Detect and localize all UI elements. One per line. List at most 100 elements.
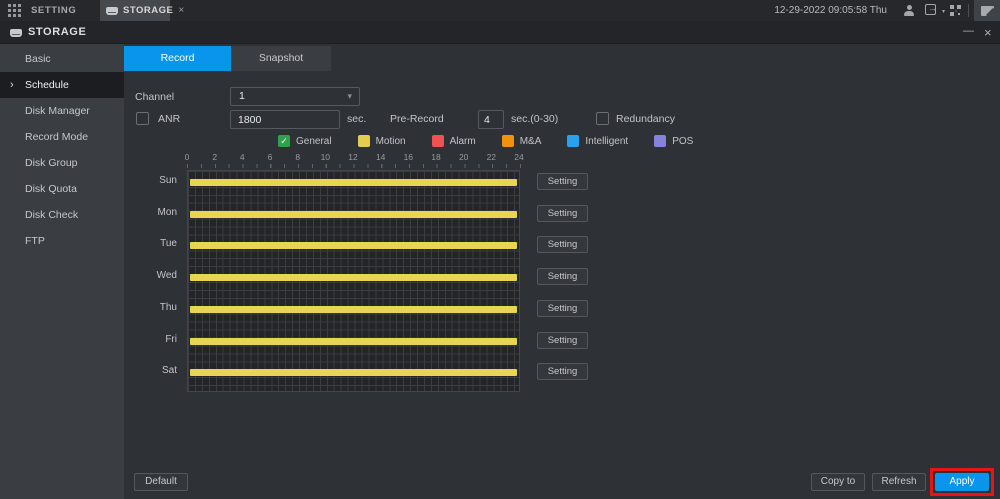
top-tab-bar: SETTING STORAGE × 12-29-2022 09:05:58 Th… [0, 0, 1000, 21]
tab-close-icon[interactable]: × [178, 6, 184, 16]
logout-door-icon: → [925, 4, 936, 15]
setting-button-fri[interactable]: Setting [537, 332, 588, 349]
general-checkbox[interactable]: ✓ [278, 135, 290, 147]
schedule-bar-fri[interactable] [190, 338, 517, 345]
tab-record[interactable]: Record [124, 46, 231, 71]
schedule-bar-tue[interactable] [190, 242, 517, 249]
sidebar-item-label: Disk Check [25, 209, 78, 221]
hour-ruler-ticks [187, 164, 521, 168]
day-label-mon: Mon [137, 207, 177, 218]
user-account-icon[interactable] [903, 5, 915, 17]
ma-checkbox[interactable] [502, 135, 514, 147]
topbar-separator [968, 4, 969, 17]
sidebar-item-label: Disk Group [25, 157, 78, 169]
hour-tick-label: 12 [341, 152, 365, 162]
legend-item-motion: Motion [358, 135, 406, 147]
anr-checkbox[interactable] [136, 112, 149, 125]
sidebar-item-basic[interactable]: Basic [0, 46, 124, 72]
hour-tick-label: 24 [507, 152, 531, 162]
live-view-button[interactable] [974, 0, 1000, 21]
schedule-bar-wed[interactable] [190, 274, 517, 281]
legend-label: POS [672, 136, 693, 147]
sidebar-item-disk-check[interactable]: Disk Check [0, 202, 124, 228]
legend-item-intelligent: Intelligent [567, 135, 628, 147]
sidebar-item-ftp[interactable]: FTP [0, 228, 124, 254]
tab-storage-label: STORAGE [123, 5, 173, 16]
refresh-button[interactable]: Refresh [872, 473, 926, 491]
apps-grid-icon[interactable] [8, 4, 11, 7]
redundancy-checkbox[interactable] [596, 112, 609, 125]
day-label-sun: Sun [137, 175, 177, 186]
legend-item-ma: M&A [502, 135, 542, 147]
legend-item-pos: POS [654, 135, 693, 147]
logout-arrow-icon: → [928, 3, 937, 13]
channel-select[interactable]: 1 ▾ [230, 87, 360, 106]
day-label-fri: Fri [137, 334, 177, 345]
nvr-window: SETTING STORAGE × 12-29-2022 09:05:58 Th… [0, 0, 1000, 499]
hour-tick-label: 6 [258, 152, 282, 162]
setting-button-sat[interactable]: Setting [537, 363, 588, 380]
storage-title-disk-icon [10, 29, 22, 37]
hour-tick-label: 4 [230, 152, 254, 162]
alarm-checkbox[interactable] [432, 135, 444, 147]
sidebar-item-label: Record Mode [25, 131, 88, 143]
tab-setting[interactable]: SETTING [31, 0, 76, 21]
sidebar-item-schedule[interactable]: ›Schedule [0, 72, 124, 98]
legend-label: Intelligent [585, 136, 628, 147]
sidebar-item-record-mode[interactable]: Record Mode [0, 124, 124, 150]
day-label-tue: Tue [137, 238, 177, 249]
legend-item-general: ✓ General [278, 135, 332, 147]
close-icon[interactable]: × [980, 21, 996, 44]
default-button[interactable]: Default [134, 473, 188, 491]
tab-snapshot[interactable]: Snapshot [231, 46, 331, 71]
storage-title-bar: STORAGE — × [0, 21, 1000, 44]
datetime-display: 12-29-2022 09:05:58 Thu [774, 0, 887, 21]
schedule-bar-sun[interactable] [190, 179, 517, 186]
hour-tick-label: 8 [286, 152, 310, 162]
pos-checkbox[interactable] [654, 135, 666, 147]
hour-tick-label: 10 [313, 152, 337, 162]
anr-label: ANR [158, 113, 180, 125]
sidebar-item-label: Disk Manager [25, 105, 90, 117]
hour-tick-label: 16 [396, 152, 420, 162]
hour-tick-label: 14 [369, 152, 393, 162]
legend-label: General [296, 136, 332, 147]
qr-code-icon[interactable] [950, 5, 954, 9]
hour-tick-label: 20 [452, 152, 476, 162]
sidebar-item-label: FTP [25, 235, 45, 247]
channel-select-value: 1 [239, 88, 245, 105]
day-label-thu: Thu [137, 302, 177, 313]
sidebar-item-disk-group[interactable]: Disk Group [0, 150, 124, 176]
schedule-bar-mon[interactable] [190, 211, 517, 218]
hour-tick-label: 18 [424, 152, 448, 162]
schedule-grid[interactable] [187, 170, 520, 392]
tab-storage[interactable]: STORAGE × [100, 0, 170, 21]
page-title: STORAGE [28, 21, 86, 44]
schedule-bar-thu[interactable] [190, 306, 517, 313]
sidebar-item-disk-manager[interactable]: Disk Manager [0, 98, 124, 124]
apply-button[interactable]: Apply [935, 473, 989, 491]
pre-record-input[interactable] [478, 110, 504, 129]
sidebar-item-label: Schedule [25, 79, 69, 91]
record-type-legend: ✓ General Motion Alarm M&A Intelligent P… [278, 135, 693, 147]
legend-label: Alarm [450, 136, 476, 147]
minimize-icon[interactable]: — [959, 21, 978, 44]
pre-record-label: Pre-Record [390, 113, 444, 125]
logout-icon[interactable]: → ▾ [925, 4, 945, 17]
setting-button-mon[interactable]: Setting [537, 205, 588, 222]
setting-button-thu[interactable]: Setting [537, 300, 588, 317]
chevron-down-icon: ▾ [347, 88, 352, 105]
sidebar-item-disk-quota[interactable]: Disk Quota [0, 176, 124, 202]
intelligent-checkbox[interactable] [567, 135, 579, 147]
hour-tick-label: 22 [479, 152, 503, 162]
setting-button-tue[interactable]: Setting [537, 236, 588, 253]
copy-to-button[interactable]: Copy to [811, 473, 865, 491]
setting-button-wed[interactable]: Setting [537, 268, 588, 285]
day-label-sat: Sat [137, 365, 177, 376]
legend-item-alarm: Alarm [432, 135, 476, 147]
anr-seconds-input[interactable] [230, 110, 340, 129]
setting-button-sun[interactable]: Setting [537, 173, 588, 190]
hour-tick-label: 2 [203, 152, 227, 162]
motion-checkbox[interactable] [358, 135, 370, 147]
schedule-bar-sat[interactable] [190, 369, 517, 376]
